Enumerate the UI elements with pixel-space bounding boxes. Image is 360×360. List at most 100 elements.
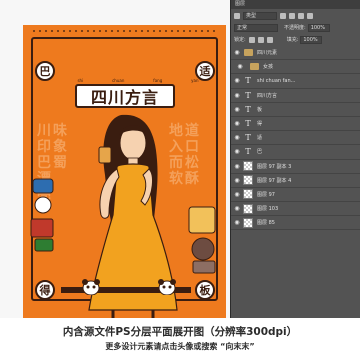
layer-name: 图层 103 <box>257 206 279 213</box>
layer-row[interactable]: ◉ 图层 103 <box>231 202 360 217</box>
pinyin-2: chuan <box>112 78 125 83</box>
folder-icon <box>249 62 259 72</box>
layer-name: 图层 97 副本 4 <box>257 177 292 184</box>
layers-panel: 图层 类型 正常 不透明度: 100% 锁定: 填充: 100% ◉ 四川元素 … <box>230 0 360 318</box>
right-char: 口 <box>185 139 199 155</box>
layer-name: 巴 <box>257 149 263 156</box>
left-char: 川 <box>37 123 51 139</box>
layer-name: 图层 85 <box>257 220 275 227</box>
lock-all-icon[interactable] <box>266 36 273 43</box>
pixel-filter-icon[interactable] <box>280 12 286 19</box>
text-layer-icon: T <box>245 119 251 129</box>
layer-row[interactable]: ◉ 四川元素 <box>231 46 360 61</box>
visibility-eye-icon[interactable]: ◉ <box>231 148 243 155</box>
panda-right-icon <box>158 279 176 295</box>
corner-char-bottom-right: 板 <box>195 280 215 300</box>
document-canvas[interactable]: 巴 适 得 板 shi chuan fang yan 四川方言 川 印 巴 漂 … <box>0 0 230 318</box>
corner-char-bottom-left: 得 <box>35 280 55 300</box>
top-dot-border <box>31 29 218 33</box>
filter-kind-label: 类型 <box>246 13 257 19</box>
lock-position-icon[interactable] <box>257 36 264 43</box>
visibility-eye-icon[interactable]: ◉ <box>231 177 243 184</box>
layers-tab[interactable]: 图层 <box>231 0 360 9</box>
layer-row[interactable]: ◉ 图层 97 <box>231 188 360 203</box>
layer-row[interactable]: ◉ T 板 <box>231 103 360 117</box>
image-thumbnail-icon <box>243 217 253 228</box>
caption-line-2: 更多设计元素请点击头像或搜索 “向末末” <box>105 342 255 351</box>
left-char: 蜀 <box>53 155 67 171</box>
left-char: 象 <box>53 139 67 155</box>
pinyin-3: fang <box>153 78 163 83</box>
visibility-eye-icon[interactable]: ◉ <box>231 77 243 84</box>
right-decor-illustrations <box>188 206 216 274</box>
layer-name: 图层 97 <box>257 191 275 198</box>
folder-icon <box>243 48 253 58</box>
visibility-eye-icon[interactable]: ◉ <box>231 191 243 198</box>
layer-name: 四川元素 <box>257 50 278 57</box>
blend-mode-value: 正常 <box>237 25 248 31</box>
layer-name: 适 <box>257 135 263 142</box>
layer-row[interactable]: ◉ T 得 <box>231 117 360 132</box>
visibility-eye-icon[interactable]: ◉ <box>231 219 243 226</box>
pinyin-row: shi chuan fang yan <box>63 78 213 83</box>
image-thumbnail-icon <box>243 189 253 200</box>
lock-label: 锁定: <box>234 37 246 43</box>
visibility-eye-icon[interactable]: ◉ <box>231 49 243 56</box>
right-char: 酥 <box>185 171 199 187</box>
lock-pixels-icon[interactable] <box>248 36 255 43</box>
visibility-eye-icon[interactable]: ◉ <box>231 163 243 170</box>
corner-char-top-left: 巴 <box>35 61 55 81</box>
text-filter-icon[interactable] <box>298 12 304 19</box>
layer-row[interactable]: ◉ 图层 97 副本 4 <box>231 174 360 188</box>
visibility-eye-icon[interactable]: ◉ <box>231 92 243 99</box>
layer-row[interactable]: ◉ T 四川方言 <box>231 89 360 103</box>
left-char-column-2: 味 象 蜀 <box>53 123 67 171</box>
caption-line-1: 内含源文件PS分层平面展开图（分辨率300dpi） <box>62 326 298 338</box>
promo-caption: 内含源文件PS分层平面展开图（分辨率300dpi） 更多设计元素请点击头像或搜索… <box>0 318 360 360</box>
layer-row[interactable]: ◉ 图层 97 副本 3 <box>231 160 360 174</box>
panda-left-icon <box>82 279 100 295</box>
adjustment-filter-icon[interactable] <box>289 12 295 19</box>
fill-value: 100% <box>303 36 318 43</box>
layer-row[interactable]: ◉ T shi chuan fan... <box>231 74 360 89</box>
layer-row[interactable]: ◉ T 适 <box>231 131 360 146</box>
blend-row: 正常 不透明度: 100% <box>231 22 360 33</box>
layer-name: 四川方言 <box>257 92 278 99</box>
fill-label: 填充: <box>286 37 299 43</box>
opacity-value: 100% <box>310 24 325 31</box>
shape-filter-icon[interactable] <box>307 12 313 19</box>
opacity-label: 不透明度: <box>284 25 306 31</box>
left-char: 味 <box>53 123 67 139</box>
visibility-eye-icon[interactable]: ◉ <box>231 63 249 70</box>
screenshot-stage: 巴 适 得 板 shi chuan fang yan 四川方言 川 印 巴 漂 … <box>0 0 360 360</box>
visibility-eye-icon[interactable]: ◉ <box>231 205 243 212</box>
layer-row[interactable]: ◉ T 巴 <box>231 145 360 160</box>
layer-name: 得 <box>257 121 263 128</box>
layer-name: 板 <box>257 106 263 113</box>
right-char: 道 <box>185 123 199 139</box>
fill-field[interactable]: 100% <box>300 35 323 44</box>
lock-row: 锁定: 填充: 100% <box>231 34 360 45</box>
text-layer-icon: T <box>245 133 251 143</box>
right-char-column-2: 道 口 松 酥 <box>185 123 199 187</box>
layers-list: ◉ 四川元素 ◉ 女孩 ◉ T shi chuan fan... ◉ T 四川方… <box>231 46 360 318</box>
filter-kind-select[interactable]: 类型 <box>243 11 277 20</box>
layer-name: shi chuan fan... <box>257 77 296 84</box>
text-layer-icon: T <box>245 147 251 157</box>
visibility-eye-icon[interactable]: ◉ <box>231 120 243 127</box>
text-layer-icon: T <box>245 76 251 86</box>
visibility-eye-icon[interactable]: ◉ <box>231 134 243 141</box>
left-decor-illustrations <box>30 178 54 252</box>
blend-mode-select[interactable]: 正常 <box>234 23 278 32</box>
text-layer-icon: T <box>245 104 251 114</box>
left-char: 巴 <box>37 155 51 171</box>
image-thumbnail-icon <box>243 175 253 186</box>
visibility-eye-icon[interactable]: ◉ <box>231 106 243 113</box>
pinyin-1: shi <box>77 78 84 83</box>
layer-row[interactable]: ◉ 图层 85 <box>231 216 360 231</box>
poster-artwork: 巴 适 得 板 shi chuan fang yan 四川方言 川 印 巴 漂 … <box>23 25 226 318</box>
search-icon <box>234 12 240 19</box>
opacity-field[interactable]: 100% <box>307 23 330 32</box>
left-char: 印 <box>37 139 51 155</box>
layer-row[interactable]: ◉ 女孩 <box>231 60 360 75</box>
